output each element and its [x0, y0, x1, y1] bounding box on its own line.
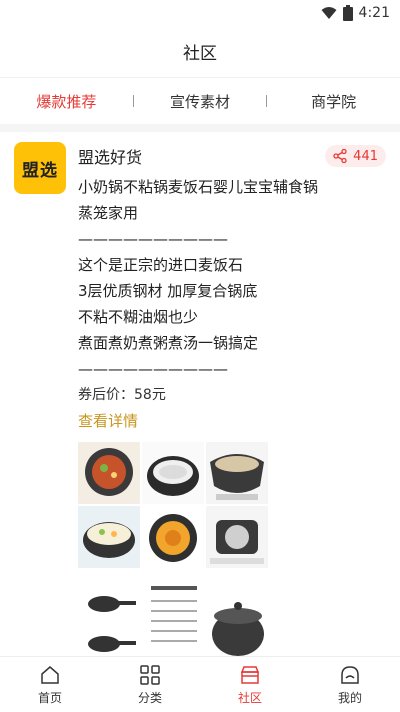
product-image[interactable]	[207, 576, 269, 656]
community-icon	[240, 665, 260, 684]
tabbar-item-home[interactable]: 首页	[0, 657, 100, 712]
product-image[interactable]	[142, 576, 204, 656]
wifi-icon	[321, 7, 337, 19]
post-line: 不粘不糊油烟也少	[78, 308, 199, 326]
post-body: 盟选好货 441 小奶锅不粘锅麦饭石婴儿宝宝辅食锅 蒸笼家用 —————————…	[78, 142, 386, 656]
tabbar-label: 我的	[337, 690, 362, 705]
profile-icon	[341, 665, 359, 684]
product-spec-images	[78, 576, 269, 656]
home-icon	[41, 665, 59, 684]
tabbar-label: 社区	[237, 690, 262, 705]
author-name: 盟选好货	[78, 148, 143, 167]
product-image[interactable]	[78, 442, 140, 504]
category-icon	[140, 664, 160, 685]
product-image-grid	[78, 442, 386, 568]
post-line: 小奶锅不粘锅麦饭石婴儿宝宝辅食锅	[78, 178, 319, 196]
avatar[interactable]: 盟选	[14, 142, 66, 194]
tabbar-item-category[interactable]: 分类	[100, 657, 200, 712]
tabbar-label: 首页	[37, 690, 62, 705]
battery-icon	[342, 5, 353, 21]
post-card: 盟选 盟选好货 441 小奶锅不粘锅麦饭石婴儿宝宝辅食锅 蒸笼家用 ——————…	[0, 132, 400, 656]
view-details-link[interactable]: 查看详情	[78, 408, 386, 434]
post-line: ——————————	[78, 230, 228, 248]
tabbar-item-community[interactable]: 社区	[200, 657, 300, 712]
status-bar: 4:21	[0, 0, 400, 26]
post-line: 蒸笼家用	[78, 204, 139, 222]
post-header: 盟选好货 441	[78, 142, 386, 170]
tab-hot-recommend[interactable]: 爆款推荐	[0, 91, 133, 112]
post-line: 煮面煮奶煮粥煮汤一锅搞定	[78, 334, 259, 352]
product-image[interactable]	[206, 506, 268, 568]
product-image[interactable]	[78, 576, 139, 656]
share-count: 441	[353, 148, 378, 164]
product-image[interactable]	[142, 442, 204, 504]
post-line: 3层优质钢材 加厚复合锅底	[78, 282, 258, 300]
tab-business-school[interactable]: 商学院	[267, 91, 400, 112]
status-time: 4:21	[358, 5, 390, 21]
feed[interactable]: 盟选 盟选好货 441 小奶锅不粘锅麦饭石婴儿宝宝辅食锅 蒸笼家用 ——————…	[0, 132, 400, 656]
post-line: ——————————	[78, 360, 228, 378]
page-title: 社区	[0, 26, 400, 78]
post-line: 这个是正宗的进口麦饭石	[78, 256, 244, 274]
share-button[interactable]: 441	[325, 145, 386, 167]
coupon-price: 券后价：58元	[78, 387, 166, 403]
tab-promo-material[interactable]: 宣传素材	[134, 91, 267, 112]
tabbar-item-profile[interactable]: 我的	[300, 657, 400, 712]
post-text: 小奶锅不粘锅麦饭石婴儿宝宝辅食锅 蒸笼家用 —————————— 这个是正宗的进…	[78, 174, 386, 382]
product-image[interactable]	[142, 506, 204, 568]
avatar-logo-text: 盟选	[22, 160, 58, 181]
share-icon	[333, 149, 347, 163]
product-image[interactable]	[78, 506, 140, 568]
product-image[interactable]	[206, 442, 268, 504]
bottom-tab-bar: 首页 分类 社区 我的	[0, 656, 400, 712]
top-tabs: 爆款推荐 宣传素材 商学院	[0, 78, 400, 132]
tabbar-label: 分类	[137, 690, 162, 705]
